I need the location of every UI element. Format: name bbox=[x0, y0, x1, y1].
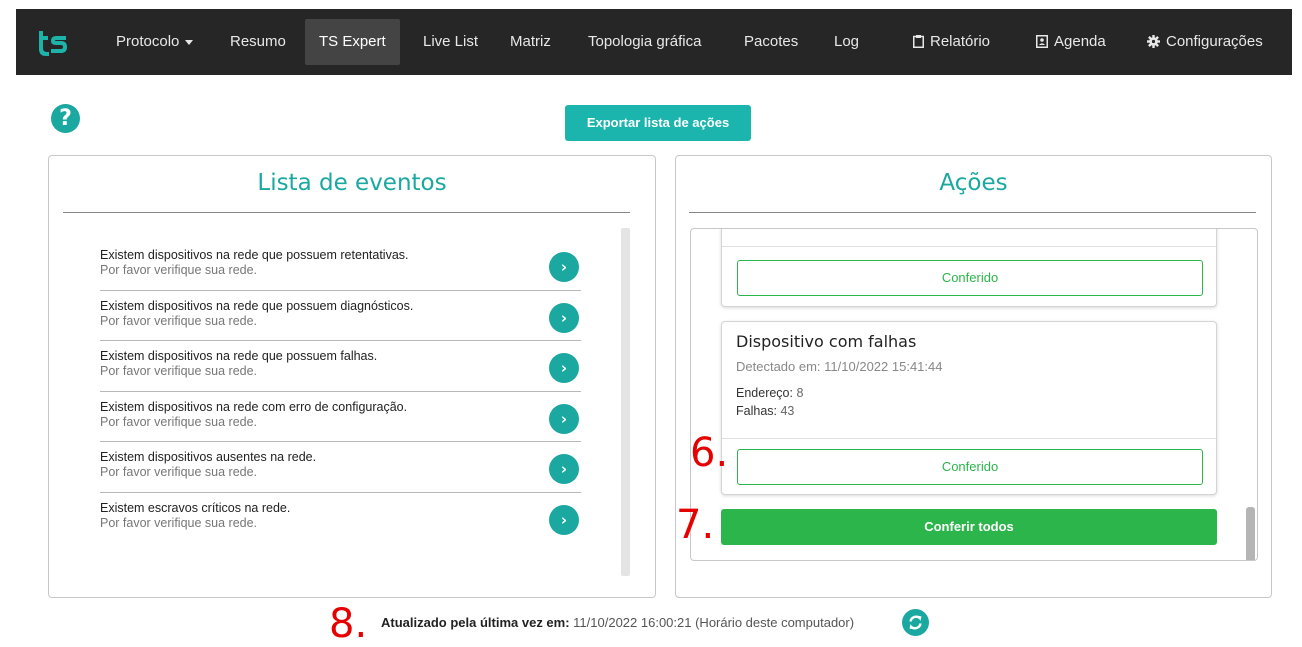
nav-matriz-label: Matriz bbox=[510, 33, 551, 50]
nav-agenda[interactable]: Agenda bbox=[1022, 19, 1120, 65]
nav-relatorio-label: Relatório bbox=[930, 33, 991, 50]
card-divider bbox=[722, 438, 1216, 439]
annotation-6: 6. bbox=[690, 430, 729, 476]
nav-matriz[interactable]: Matriz bbox=[496, 19, 565, 65]
nav-configuracoes[interactable]: Configurações bbox=[1133, 19, 1277, 65]
nav-log[interactable]: Log bbox=[820, 19, 873, 65]
actions-panel-divider bbox=[689, 212, 1256, 213]
actions-scroll-area[interactable]: Conferido Dispositivo com falhas Detecta… bbox=[690, 228, 1258, 561]
event-list-item: Existem dispositivos na rede que possuem… bbox=[100, 240, 581, 291]
nav-topologia-label: Topologia gráfica bbox=[588, 33, 702, 50]
failures-label: Falhas: bbox=[736, 404, 777, 418]
event-list-item: Existem dispositivos na rede que possuem… bbox=[100, 341, 581, 392]
event-list-scrollbar[interactable] bbox=[621, 228, 630, 576]
annotation-8: 8. bbox=[329, 601, 368, 647]
card-divider bbox=[722, 246, 1216, 247]
event-list-item: Existem dispositivos na rede com erro de… bbox=[100, 392, 581, 443]
nav-resumo[interactable]: Resumo bbox=[216, 19, 300, 65]
event-list-item: Existem escravos críticos na rede. Por f… bbox=[100, 493, 581, 544]
check-all-button[interactable]: Conferir todos bbox=[721, 509, 1217, 545]
chevron-right-icon[interactable]: › bbox=[549, 302, 579, 333]
nav-agenda-label: Agenda bbox=[1054, 33, 1106, 50]
card-detected-date: Detectado em: 11/10/2022 15:41:44 bbox=[736, 359, 943, 374]
nav-ts-expert-label: TS Expert bbox=[319, 33, 386, 50]
event-title: Existem dispositivos na rede que possuem… bbox=[100, 248, 409, 262]
chevron-right-icon[interactable]: › bbox=[549, 353, 579, 384]
card-title: Dispositivo com falhas bbox=[736, 332, 917, 351]
nav-configuracoes-label: Configurações bbox=[1166, 33, 1263, 50]
chevron-right-icon[interactable]: › bbox=[549, 252, 579, 282]
event-subtitle: Por favor verifique sua rede. bbox=[100, 465, 258, 480]
nav-relatorio[interactable]: Relatório bbox=[899, 19, 1004, 65]
last-updated-label: Atualizado pela última vez em: bbox=[381, 615, 570, 630]
event-subtitle: Por favor verifique sua rede. bbox=[100, 414, 258, 429]
event-title: Existem dispositivos ausentes na rede. bbox=[100, 450, 317, 465]
address-label: Endereço: bbox=[736, 386, 793, 400]
event-subtitle: Por favor verifique sua rede. bbox=[100, 364, 258, 379]
contact-book-icon bbox=[1036, 35, 1048, 48]
event-list-item: Existem dispositivos na rede que possuem… bbox=[100, 291, 581, 342]
actions-scrollbar[interactable] bbox=[1246, 507, 1255, 560]
refresh-icon bbox=[909, 615, 922, 630]
chevron-right-icon[interactable]: › bbox=[549, 403, 579, 434]
event-subtitle: Por favor verifique sua rede. bbox=[100, 263, 258, 277]
actions-panel: Ações Conferido Dispositivo com falhas D… bbox=[675, 155, 1272, 598]
nav-pacotes[interactable]: Pacotes bbox=[730, 19, 812, 65]
event-subtitle: Por favor verifique sua rede. bbox=[100, 313, 258, 328]
nav-ts-expert[interactable]: TS Expert bbox=[305, 19, 400, 65]
nav-protocolo-label: Protocolo bbox=[116, 33, 180, 50]
actions-panel-title: Ações bbox=[939, 170, 1008, 196]
checked-button[interactable]: Conferido bbox=[737, 449, 1203, 485]
event-title: Existem dispositivos na rede que possuem… bbox=[100, 298, 414, 313]
events-panel-title: Lista de eventos bbox=[257, 170, 447, 196]
nav-live-list[interactable]: Live List bbox=[409, 19, 492, 65]
chevron-right-icon[interactable]: › bbox=[549, 504, 579, 535]
nav-protocolo[interactable]: Protocolo bbox=[102, 19, 207, 65]
caret-down-icon bbox=[185, 39, 194, 45]
card-address: Endereço: 8 bbox=[736, 386, 803, 400]
event-title: Existem dispositivos na rede com erro de… bbox=[100, 399, 408, 414]
failures-value: 43 bbox=[780, 404, 795, 418]
event-list-item: Existem dispositivos ausentes na rede. P… bbox=[100, 442, 581, 493]
nav-log-label: Log bbox=[834, 33, 860, 50]
help-icon[interactable]: ? bbox=[51, 104, 80, 133]
action-card: Conferido bbox=[721, 229, 1217, 307]
nav-pacotes-label: Pacotes bbox=[744, 33, 799, 50]
event-title: Existem escravos críticos na rede. bbox=[100, 500, 291, 515]
nav-resumo-label: Resumo bbox=[230, 33, 286, 50]
top-navbar: Protocolo Resumo TS Expert Live List Mat… bbox=[16, 9, 1292, 75]
nav-topologia-grafica[interactable]: Topologia gráfica bbox=[574, 19, 715, 65]
events-panel: Lista de eventos Existem dispositivos na… bbox=[48, 155, 656, 598]
events-panel-divider bbox=[63, 212, 630, 213]
event-subtitle: Por favor verifique sua rede. bbox=[100, 515, 258, 530]
card-failures: Falhas: 43 bbox=[736, 404, 794, 418]
last-updated-text: Atualizado pela última vez em: 11/10/202… bbox=[381, 615, 854, 630]
checked-button[interactable]: Conferido bbox=[737, 260, 1203, 296]
event-list: Existem dispositivos na rede que possuem… bbox=[100, 240, 581, 544]
annotation-7: 7. bbox=[676, 502, 715, 548]
last-updated-value: 11/10/2022 16:00:21 (Horário deste compu… bbox=[573, 615, 855, 630]
ts-logo-icon[interactable] bbox=[36, 27, 70, 57]
refresh-button[interactable] bbox=[902, 609, 929, 636]
export-actions-button[interactable]: Exportar lista de ações bbox=[565, 105, 751, 141]
gear-icon bbox=[1147, 35, 1160, 48]
nav-live-list-label: Live List bbox=[423, 33, 479, 50]
address-value: 8 bbox=[796, 386, 804, 400]
action-card: Dispositivo com falhas Detectado em: 11/… bbox=[721, 321, 1217, 495]
event-title: Existem dispositivos na rede que possuem… bbox=[100, 349, 378, 364]
clipboard-icon bbox=[913, 35, 924, 48]
